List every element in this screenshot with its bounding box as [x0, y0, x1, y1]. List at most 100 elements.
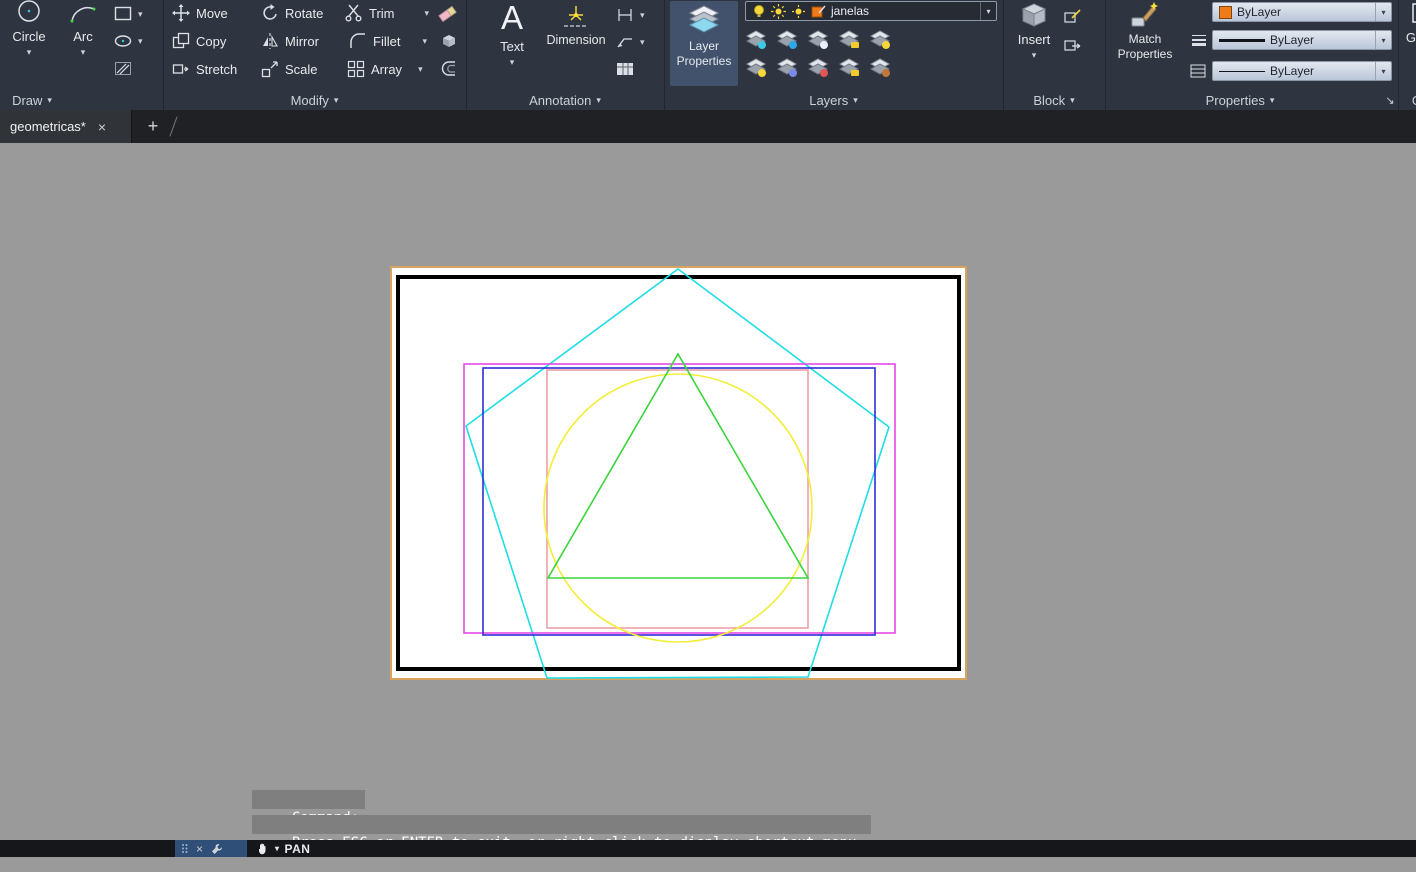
stretch-button[interactable]: Stretch [172, 57, 237, 81]
layer-make-current-button[interactable] [745, 58, 767, 78]
chevron-down-icon[interactable]: ▾ [1375, 31, 1391, 49]
circle-label: Circle [12, 29, 45, 45]
group-label: Group [1406, 30, 1416, 46]
layer-off-button[interactable] [745, 30, 767, 50]
linear-dimension-button[interactable]: ▾ [616, 3, 645, 27]
rectangle-tool-button[interactable]: ▾ [114, 2, 143, 26]
text-button[interactable]: A Text ▾ [490, 0, 534, 67]
launcher-arrow-icon: ↘ [1385, 94, 1394, 107]
explode-button[interactable] [440, 29, 458, 53]
color-dropdown[interactable]: ByLayer ▾ [1212, 2, 1392, 22]
circle-button[interactable]: Circle ▾ [6, 0, 52, 57]
linear-dimension-icon [616, 8, 634, 22]
layer-lock-button[interactable] [838, 30, 860, 50]
chevron-down-icon[interactable]: ▾ [640, 11, 645, 20]
chevron-down-icon[interactable]: ▾ [422, 37, 427, 46]
scale-button[interactable]: Scale [261, 57, 318, 81]
layer-properties-button[interactable]: Layer Properties [670, 1, 738, 86]
grip-dots-icon[interactable] [181, 843, 188, 854]
chevron-down-icon[interactable]: ▾ [1032, 51, 1037, 60]
ellipse-tool-button[interactable]: ▾ [114, 29, 143, 53]
arc-icon [69, 0, 97, 26]
chevron-down-icon[interactable]: ▾ [81, 48, 86, 57]
stretch-icon [172, 60, 190, 78]
match-properties-icon [1130, 1, 1160, 29]
modify-panel-label[interactable]: Modify▾ [163, 92, 466, 108]
layer-unlock-all-button[interactable] [838, 58, 860, 78]
linetype-grid-icon[interactable] [1190, 59, 1206, 83]
command-line-message[interactable]: Press ESC or ENTER to exit, or right-cli… [252, 815, 871, 834]
drawing-canvas[interactable]: Command: Press ESC or ENTER to exit, or … [0, 143, 1416, 840]
chevron-down-icon[interactable]: ▾ [1375, 62, 1391, 80]
active-command-indicator[interactable]: ▾ PAN [257, 840, 310, 857]
match-properties-button[interactable]: Match Properties [1110, 1, 1180, 62]
chevron-down-icon: ▾ [334, 96, 339, 105]
customize-wrench-icon[interactable] [211, 843, 223, 855]
close-tab-icon[interactable]: × [98, 120, 106, 134]
status-bar: × ▾ PAN [0, 840, 1416, 857]
layer-dropdown[interactable]: janelas ▾ [745, 1, 997, 21]
offset-button[interactable] [441, 57, 459, 81]
text-tool-icon: A [501, 0, 523, 36]
chevron-down-icon[interactable]: ▾ [425, 9, 430, 18]
new-drawing-button[interactable]: + [142, 115, 164, 137]
arc-button[interactable]: Arc ▾ [60, 0, 106, 57]
create-block-button[interactable] [1064, 4, 1081, 28]
command-line-prompt[interactable]: Command: [252, 790, 365, 809]
draw-panel-label[interactable]: Draw▾ [0, 92, 64, 108]
groups-panel-label[interactable]: Groups▾ [1398, 92, 1416, 108]
array-label: Array [371, 62, 402, 77]
chevron-down-icon[interactable]: ▾ [510, 58, 515, 67]
fillet-button[interactable]: Fillet ▾ [349, 29, 427, 53]
layer-isolate-button[interactable] [776, 30, 798, 50]
array-button[interactable]: Array ▾ [347, 57, 423, 81]
layer-match-button[interactable] [869, 30, 891, 50]
chevron-down-icon[interactable]: ▾ [640, 38, 645, 47]
layer-previous-button[interactable] [776, 58, 798, 78]
layer-unisolate-button[interactable] [807, 58, 829, 78]
lineweight-list-icon[interactable] [1190, 28, 1208, 52]
leader-button[interactable]: ▾ [616, 30, 645, 54]
layers-panel-label[interactable]: Layers▾ [664, 92, 1003, 108]
ellipse-icon [114, 34, 132, 48]
properties-dialog-launcher[interactable]: ↘ [1380, 92, 1400, 108]
rotate-button[interactable]: Rotate [261, 1, 323, 25]
chevron-down-icon[interactable]: ▾ [980, 2, 996, 20]
insert-button[interactable]: Insert ▾ [1010, 1, 1058, 60]
color-value: ByLayer [1237, 5, 1281, 19]
chevron-down-icon[interactable]: ▾ [138, 10, 143, 19]
command-window-dock[interactable]: × [175, 840, 247, 857]
mirror-button[interactable]: Mirror [261, 29, 319, 53]
chevron-down-icon[interactable]: ▾ [275, 845, 280, 853]
autocad-window: { "icons": { "caret": "▾", "close": "×",… [0, 0, 1416, 857]
close-command-line-icon[interactable]: × [196, 843, 203, 855]
copy-button[interactable]: Copy [172, 29, 226, 53]
plus-icon: + [148, 116, 159, 137]
trim-button[interactable]: Trim ▾ [345, 1, 429, 25]
stretch-label: Stretch [196, 62, 237, 77]
linetype-dropdown[interactable]: ByLayer ▾ [1212, 61, 1392, 81]
drawing-svg[interactable] [0, 143, 1416, 840]
chevron-down-icon[interactable]: ▾ [1375, 3, 1391, 21]
lineweight-dropdown[interactable]: ByLayer ▾ [1212, 30, 1392, 50]
block-editor-button[interactable] [1064, 32, 1081, 56]
dimension-button[interactable]: Dimension [543, 2, 609, 49]
chevron-down-icon: ▾ [596, 96, 601, 105]
chevron-down-icon[interactable]: ▾ [27, 48, 32, 57]
block-panel-label[interactable]: Block▾ [1003, 92, 1105, 108]
group-button[interactable]: Group [1402, 1, 1416, 46]
layer-walk-button[interactable] [869, 58, 891, 78]
hatch-tool-button[interactable] [114, 57, 132, 81]
tab-edge-divider [169, 116, 177, 136]
paper-sheet [391, 267, 966, 679]
annotation-panel-label[interactable]: Annotation▾ [466, 92, 664, 108]
chevron-down-icon[interactable]: ▾ [418, 65, 423, 74]
move-button[interactable]: Move [172, 1, 228, 25]
chevron-down-icon[interactable]: ▾ [138, 37, 143, 46]
properties-panel-label[interactable]: Properties▾ [1105, 92, 1375, 108]
erase-button[interactable] [438, 1, 458, 25]
layer-freeze-button[interactable] [807, 30, 829, 50]
mirror-icon [261, 32, 279, 50]
file-tab[interactable]: geometricas* × [0, 110, 132, 143]
table-button[interactable] [616, 57, 634, 81]
